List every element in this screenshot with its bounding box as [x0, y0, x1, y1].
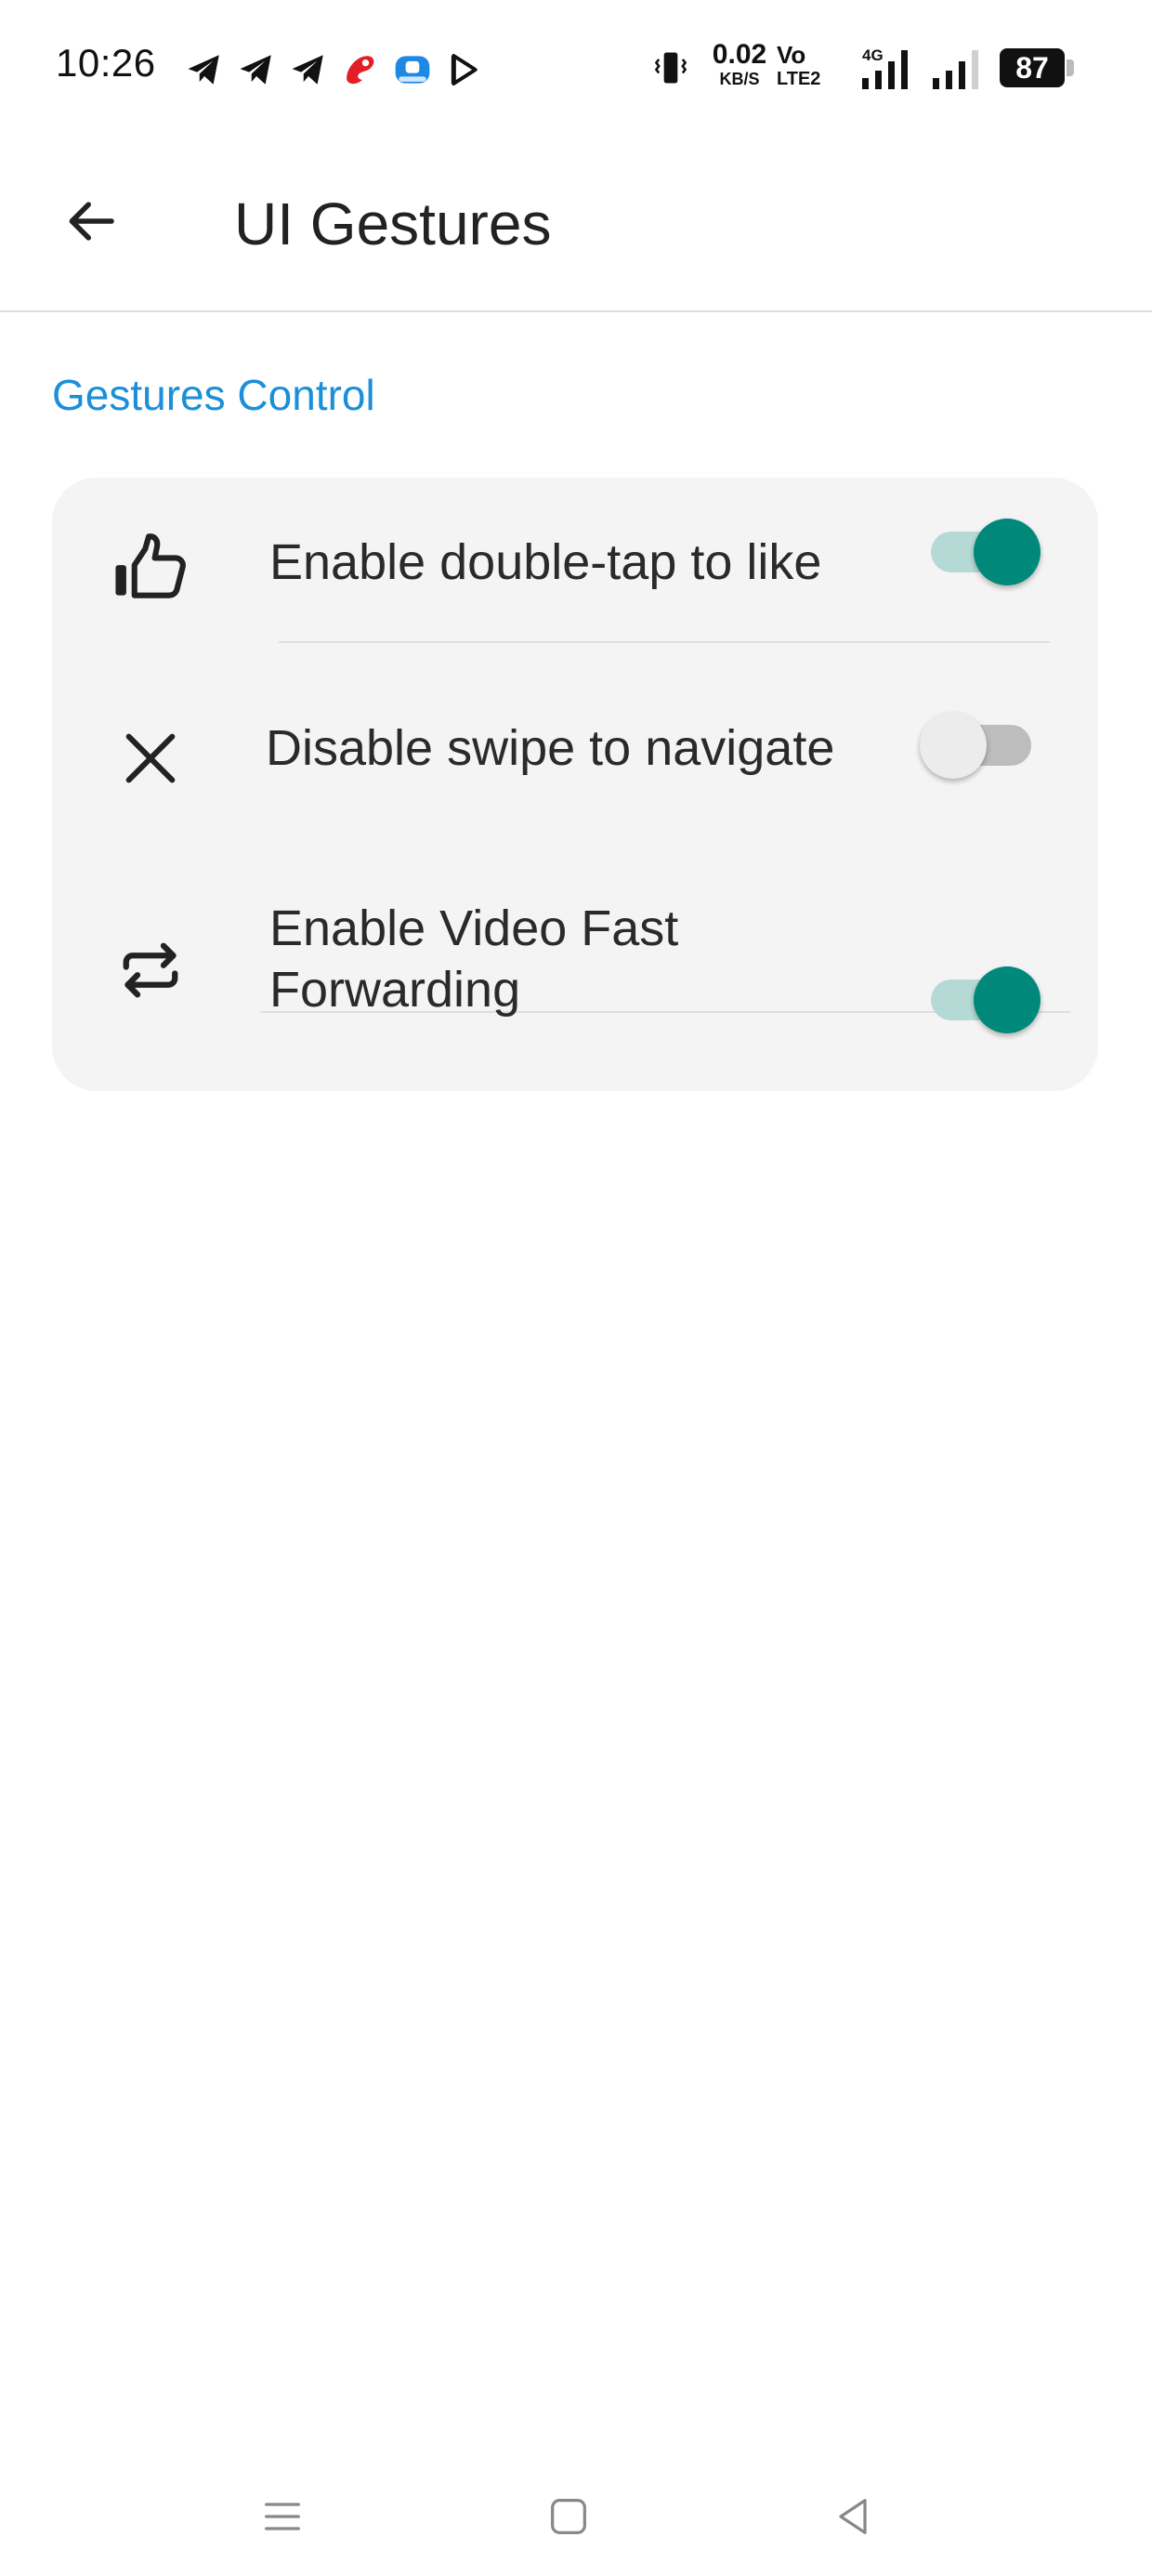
network-speed-unit: KB/S — [719, 70, 760, 88]
home-button[interactable] — [531, 2481, 606, 2556]
notification-icons — [184, 46, 485, 93]
page-title: UI Gestures — [234, 191, 552, 257]
settings-card: Enable double-tap to like Disable swipe … — [52, 478, 1098, 1091]
setting-label-video-fast-forward: Enable Video Fast Forwarding — [269, 900, 679, 1018]
close-icon — [108, 716, 193, 801]
menu-icon — [258, 2492, 307, 2545]
back-button[interactable] — [46, 186, 136, 260]
battery-tip — [1067, 59, 1074, 76]
volte-top: Vo — [777, 41, 806, 69]
app-badge-icon — [392, 49, 433, 90]
section-header: Gestures Control — [52, 371, 375, 419]
double-tap-like-toggle[interactable] — [925, 511, 1041, 585]
setting-label-double-tap-like: Enable double-tap to like — [269, 534, 822, 590]
telegram-icon — [236, 49, 277, 90]
toggle-thumb — [920, 712, 987, 779]
disable-swipe-toggle[interactable] — [920, 704, 1037, 779]
setting-double-tap-like[interactable]: Enable double-tap to like — [52, 478, 1098, 662]
divider — [279, 641, 1050, 643]
nav-back-button[interactable] — [816, 2481, 890, 2556]
volte-bottom: LTE2 — [777, 69, 821, 89]
repeat-icon — [108, 927, 193, 1013]
network-speed: 0.02 KB/S — [702, 39, 777, 88]
status-bar: 10:26 0.02 KB/S Vo LTE2 4G 87 — [0, 0, 1152, 139]
battery-indicator: 87 — [1000, 48, 1065, 87]
toggle-thumb — [974, 966, 1041, 1033]
network-speed-value: 0.02 — [712, 39, 767, 70]
setting-video-fast-forward[interactable]: Enable Video Fast Forwarding — [52, 846, 1098, 1091]
volte-indicator: Vo LTE2 — [777, 43, 849, 88]
recent-apps-button[interactable] — [245, 2481, 320, 2556]
vibrate-icon — [650, 46, 691, 94]
back-icon — [829, 2492, 877, 2545]
screen: 10:26 0.02 KB/S Vo LTE2 4G 87 UI Gesture… — [0, 0, 1152, 2576]
telegram-icon — [288, 49, 329, 90]
telegram-icon — [184, 49, 225, 90]
app-bar: UI Gestures — [0, 139, 1152, 312]
thumbs-up-icon — [108, 524, 193, 610]
setting-disable-swipe-navigate[interactable]: Disable swipe to navigate — [52, 662, 1098, 1013]
playstore-icon — [444, 49, 485, 90]
video-fast-forward-toggle[interactable] — [925, 959, 1041, 1033]
navigation-bar — [0, 2453, 1152, 2576]
airtel-icon — [340, 49, 381, 90]
setting-label-disable-swipe: Disable swipe to navigate — [266, 720, 835, 776]
network-type-label: 4G — [862, 46, 884, 64]
arrow-left-icon — [60, 191, 122, 256]
home-icon — [544, 2492, 593, 2545]
status-time: 10:26 — [56, 41, 156, 85]
signal-4g-icon: 4G — [857, 45, 922, 98]
status-indicators: 0.02 KB/S Vo LTE2 4G 87 — [650, 41, 1087, 97]
signal-sim2-icon — [929, 45, 994, 98]
toggle-thumb — [974, 519, 1041, 585]
